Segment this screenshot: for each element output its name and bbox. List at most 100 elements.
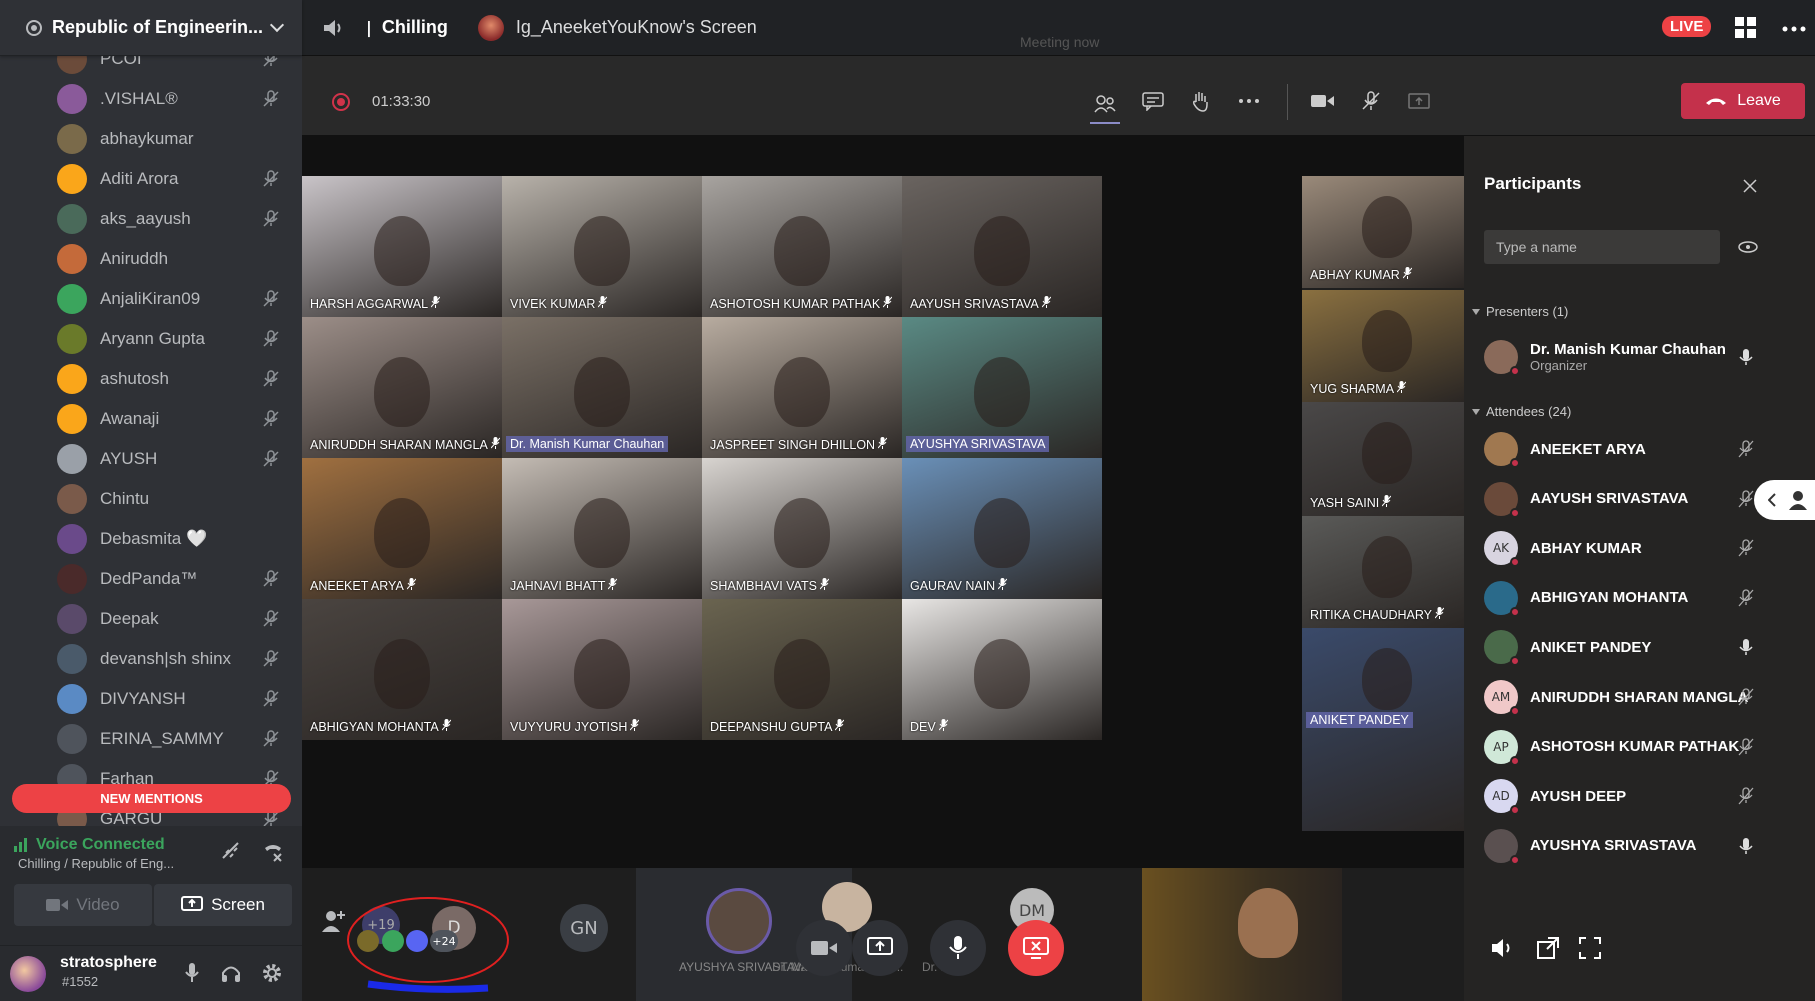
voice-status[interactable]: Voice Connected: [14, 836, 165, 854]
video-tile[interactable]: GAURAV NAIN: [902, 458, 1102, 599]
member-item[interactable]: Aditi Arora: [0, 159, 302, 199]
video-tile[interactable]: DEV: [902, 599, 1102, 740]
member-item[interactable]: aks_aayush: [0, 199, 302, 239]
screen-share-button[interactable]: [852, 920, 908, 976]
video-tile[interactable]: AAYUSH SRIVASTAVA: [902, 176, 1102, 317]
server-name: Republic of Engineerin...: [52, 17, 264, 37]
video-tile[interactable]: JASPREET SINGH DHILLON: [702, 317, 902, 458]
mic-button[interactable]: [1356, 86, 1386, 116]
attendee-row[interactable]: ANIKET PANDEY: [1484, 622, 1784, 672]
share-button[interactable]: [1404, 86, 1434, 116]
invite-link-icon[interactable]: [1738, 240, 1758, 254]
video-tile[interactable]: VUYYURU JYOTISH: [502, 599, 702, 740]
participant-search-input[interactable]: Type a name: [1484, 230, 1720, 264]
server-header[interactable]: Republic of Engineerin...: [0, 0, 302, 56]
attendee-row[interactable]: AK ABHAY KUMAR: [1484, 523, 1784, 573]
video-tile[interactable]: ANIKET PANDEY: [1302, 628, 1464, 831]
tile-name: ANIRUDDH SHARAN MANGLA: [310, 437, 501, 452]
chat-button[interactable]: [1138, 86, 1168, 116]
camera-button[interactable]: [1308, 86, 1338, 116]
avatar: [1484, 340, 1520, 376]
attendee-row[interactable]: ANEEKET ARYA: [1484, 424, 1784, 474]
avatar-gn[interactable]: GN: [560, 904, 608, 952]
avatar: [1484, 630, 1520, 667]
member-item[interactable]: Debasmita 🤍: [0, 519, 302, 559]
presenters-section-header[interactable]: Presenters (1): [1472, 304, 1568, 319]
video-tile[interactable]: ABHIGYAN MOHANTA: [302, 599, 502, 740]
video-tile[interactable]: YASH SAINI: [1302, 402, 1464, 516]
attendee-row[interactable]: AM ANIRUDDH SHARAN MANGLA: [1484, 672, 1784, 722]
member-item[interactable]: ERINA_SAMMY: [0, 719, 302, 759]
status-dot: [1510, 606, 1520, 617]
speaker-icon[interactable]: [322, 17, 346, 39]
raise-hand-button[interactable]: [1186, 86, 1216, 116]
close-icon[interactable]: [1742, 178, 1758, 194]
collapse-panel-tab[interactable]: [1754, 480, 1815, 520]
fullscreen-icon[interactable]: [1578, 936, 1602, 960]
member-item[interactable]: Deepak: [0, 599, 302, 639]
microphone-icon[interactable]: [183, 962, 201, 984]
member-item[interactable]: DIVYANSH: [0, 679, 302, 719]
voice-channel[interactable]: Chilling / Republic of Eng...: [18, 856, 174, 871]
member-item[interactable]: DedPanda™: [0, 559, 302, 599]
more-options-icon[interactable]: [1782, 26, 1806, 32]
attendee-row[interactable]: AP ASHOTOSH KUMAR PATHAK: [1484, 722, 1784, 772]
noise-suppression-icon[interactable]: [220, 840, 242, 862]
video-tile[interactable]: RITIKA CHAUDHARY: [1302, 516, 1464, 628]
participants-toggle[interactable]: [1090, 86, 1120, 124]
member-item[interactable]: Chintu: [0, 479, 302, 519]
video-tile[interactable]: [1142, 868, 1342, 1001]
username[interactable]: stratosphere: [60, 954, 157, 972]
attendee-row[interactable]: AAYUSH SRIVASTAVA: [1484, 474, 1784, 524]
participant-face: [374, 639, 430, 709]
video-tile[interactable]: VIVEK KUMAR: [502, 176, 702, 317]
member-name: Awanaji: [100, 409, 160, 428]
member-item[interactable]: abhaykumar: [0, 119, 302, 159]
attendee-row[interactable]: AD AYUSH DEEP: [1484, 771, 1784, 821]
video-button[interactable]: Video: [14, 884, 152, 926]
attendee-row[interactable]: AYUSHYA SRIVASTAVA: [1484, 821, 1784, 871]
video-tile[interactable]: ANIRUDDH SHARAN MANGLA: [302, 317, 502, 458]
video-tile[interactable]: DEEPANSHU GUPTA: [702, 599, 902, 740]
mute-button[interactable]: [930, 920, 986, 976]
popout-icon[interactable]: [1536, 936, 1560, 960]
volume-icon[interactable]: [1490, 936, 1514, 960]
member-item[interactable]: devansh|sh shinx: [0, 639, 302, 679]
member-item[interactable]: ashutosh: [0, 359, 302, 399]
member-item[interactable]: Awanaji: [0, 399, 302, 439]
avatar[interactable]: [10, 956, 46, 992]
video-tile[interactable]: ABHAY KUMAR: [1302, 176, 1464, 288]
video-tile[interactable]: YUG SHARMA: [1302, 290, 1464, 402]
member-item[interactable]: Aryann Gupta: [0, 319, 302, 359]
new-mentions-button[interactable]: NEW MENTIONS: [12, 784, 291, 813]
presenter-row[interactable]: Dr. Manish Kumar Chauhan Organizer: [1484, 332, 1784, 382]
leave-button[interactable]: Leave: [1681, 83, 1805, 119]
chevron-down-icon[interactable]: [269, 17, 285, 32]
member-item[interactable]: .VISHAL®: [0, 79, 302, 119]
attendee-row[interactable]: ABHIGYAN MOHANTA: [1484, 573, 1784, 623]
camera-toggle-button[interactable]: [796, 920, 852, 976]
attendees-section-header[interactable]: Attendees (24): [1472, 404, 1571, 419]
avatar: [1484, 580, 1520, 617]
video-tile[interactable]: HARSH AGGARWAL: [302, 176, 502, 317]
video-tile[interactable]: Dr. Manish Kumar Chauhan: [502, 317, 702, 458]
settings-gear-icon[interactable]: [261, 962, 283, 984]
disconnect-icon[interactable]: [262, 840, 284, 862]
video-tile[interactable]: AYUSHYA SRIVASTAVA: [902, 317, 1102, 458]
headphones-icon[interactable]: [220, 962, 242, 984]
grid-layout-icon[interactable]: [1735, 17, 1757, 39]
status-dot: [1510, 656, 1520, 667]
member-item[interactable]: AYUSH: [0, 439, 302, 479]
more-actions-button[interactable]: [1234, 86, 1264, 116]
member-item[interactable]: Aniruddh: [0, 239, 302, 279]
status-dot: [1510, 706, 1520, 716]
video-tile[interactable]: SHAMBHAVI VATS: [702, 458, 902, 599]
video-tile[interactable]: ANEEKET ARYA: [302, 458, 502, 599]
member-item[interactable]: AnjaliKiran09: [0, 279, 302, 319]
screen-button[interactable]: Screen: [154, 884, 292, 926]
video-tile[interactable]: JAHNAVI BHATT: [502, 458, 702, 599]
mic-muted-icon: [490, 437, 501, 452]
video-tile[interactable]: ASHOTOSH KUMAR PATHAK: [702, 176, 902, 317]
participant-face: [574, 498, 630, 568]
disconnect-stream-button[interactable]: [1008, 920, 1064, 976]
